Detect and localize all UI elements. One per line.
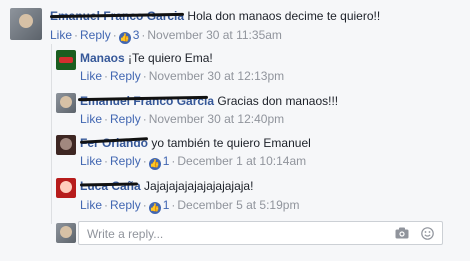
like-link[interactable]: Like: [80, 198, 102, 212]
comment-actions: Like · Reply · 👍 1 · December 1 at 10:14am: [80, 154, 307, 170]
reply-input[interactable]: [85, 226, 379, 242]
avatar[interactable]: [56, 50, 76, 70]
comment-actions: Like · Reply · 👍 3 · November 30 at 11:35am: [50, 28, 282, 44]
comment-actions: Like · Reply · November 30 at 12:13pm: [80, 69, 285, 83]
comment-text: Hola don manaos decime te quiero!!: [187, 9, 381, 23]
avatar[interactable]: [56, 93, 76, 113]
comment-actions: Like · Reply · 👍 1 · December 5 at 5:19pm: [80, 198, 300, 214]
timestamp[interactable]: December 1 at 10:14am: [177, 154, 306, 168]
reply-link[interactable]: Reply: [110, 69, 141, 83]
like-link[interactable]: Like: [50, 28, 72, 42]
avatar[interactable]: [10, 8, 42, 40]
timestamp[interactable]: November 30 at 12:40pm: [149, 112, 284, 126]
reply-box[interactable]: [78, 221, 443, 245]
current-user-avatar: [56, 223, 76, 243]
like-link[interactable]: Like: [80, 112, 102, 126]
comment-text: Gracias don manaos!!!: [217, 94, 339, 108]
like-link[interactable]: Like: [80, 69, 102, 83]
avatar[interactable]: [56, 178, 76, 198]
comment-text: Jajajajajajajajajajaja!: [144, 179, 254, 193]
sticker-icon[interactable]: [421, 227, 434, 240]
comment-body: Emanuel Franco Garcia Gracias don manaos…: [80, 93, 338, 109]
reply-link[interactable]: Reply: [110, 154, 141, 168]
camera-icon[interactable]: [395, 227, 409, 239]
comment-body: Manaos ¡Te quiero Ema!: [80, 50, 213, 66]
reply-link[interactable]: Reply: [110, 198, 141, 212]
comment-text: yo también te quiero Emanuel: [151, 136, 311, 150]
timestamp[interactable]: November 30 at 11:35am: [147, 28, 282, 42]
like-link[interactable]: Like: [80, 154, 102, 168]
thumbs-up-icon: 👍: [118, 32, 131, 44]
comment-author[interactable]: Manaos: [80, 51, 125, 65]
thread-line: [51, 44, 52, 224]
comment-text: ¡Te quiero Ema!: [128, 51, 213, 65]
thumbs-up-icon: 👍: [148, 202, 161, 214]
thumbs-up-icon: 👍: [148, 158, 161, 170]
comment-actions: Like · Reply · November 30 at 12:40pm: [80, 112, 285, 126]
reply-link[interactable]: Reply: [110, 112, 141, 126]
reply-link[interactable]: Reply: [80, 28, 111, 42]
timestamp[interactable]: November 30 at 12:13pm: [149, 69, 284, 83]
timestamp[interactable]: December 5 at 5:19pm: [177, 198, 299, 212]
comment-body: Fer Orlando yo también te quiero Emanuel: [80, 135, 311, 151]
avatar[interactable]: [56, 135, 76, 155]
